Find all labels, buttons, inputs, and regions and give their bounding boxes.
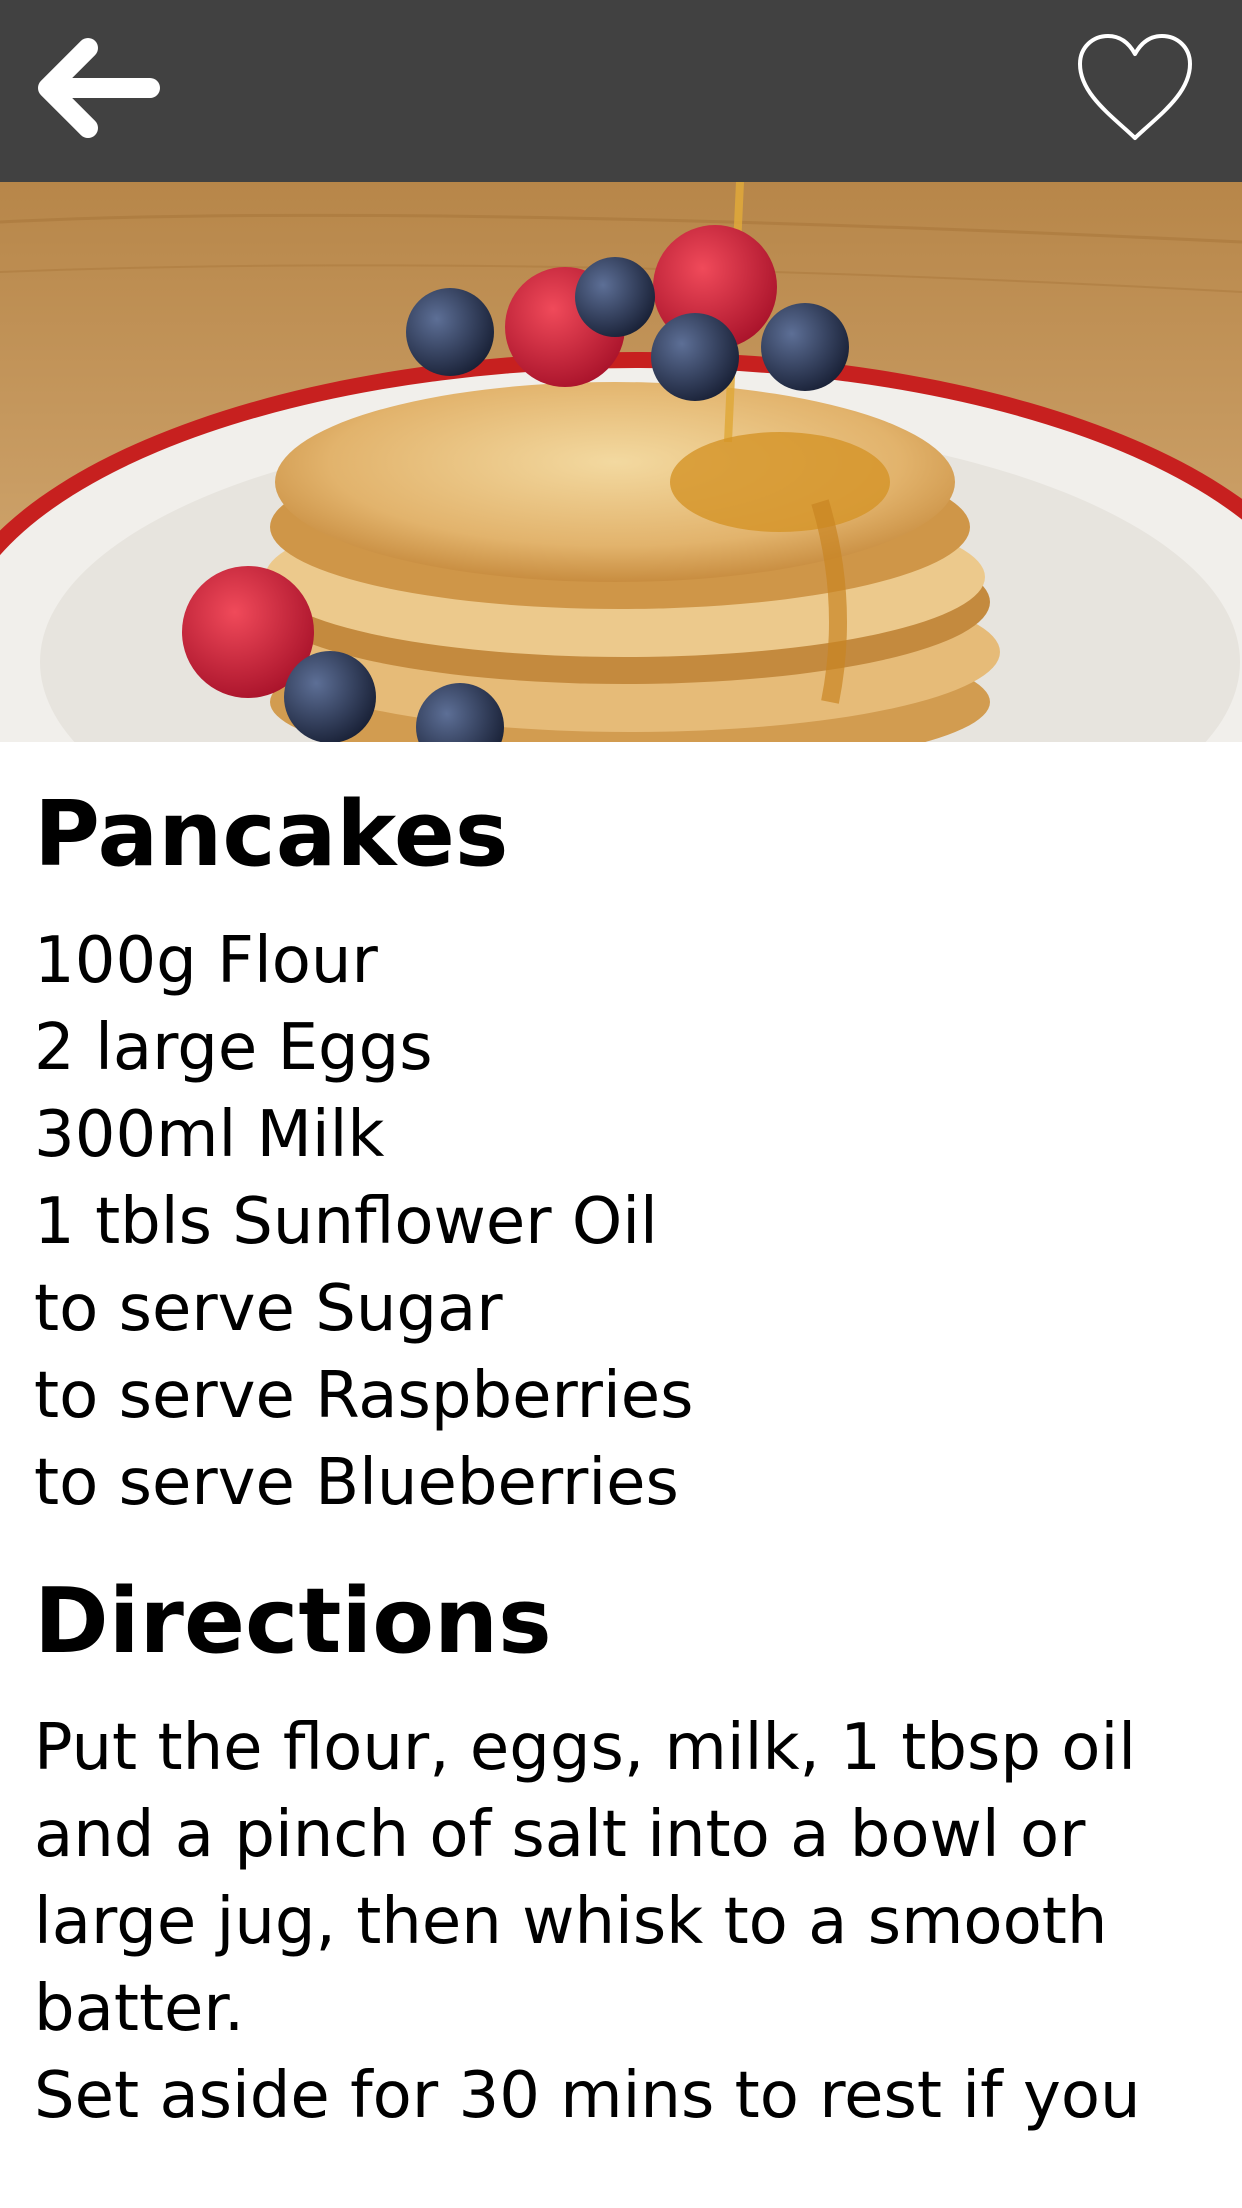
directions-heading: Directions	[34, 1569, 552, 1674]
ingredients-list: 100g Flour 2 large Eggs 300ml Milk 1 tbl…	[34, 918, 1214, 1527]
back-button[interactable]	[30, 36, 162, 140]
favorite-button[interactable]	[1072, 30, 1198, 146]
ingredient-item: 300ml Milk	[34, 1098, 385, 1172]
ingredient-item: 100g Flour	[34, 924, 378, 998]
heart-outline-icon	[1078, 34, 1192, 140]
direction-step: Put the flour, eggs, milk, 1 tbsp oil an…	[34, 1711, 1136, 2046]
recipe-detail-screen: Pancakes 100g Flour 2 large Eggs 300ml M…	[0, 0, 1242, 2208]
ingredient-item: 1 tbls Sunflower Oil	[34, 1185, 658, 1259]
top-app-bar	[0, 0, 1242, 182]
ingredient-item: to serve Raspberries	[34, 1359, 694, 1433]
ingredient-item: 2 large Eggs	[34, 1011, 433, 1085]
ingredient-item: to serve Sugar	[34, 1272, 503, 1346]
directions-text: Put the flour, eggs, milk, 1 tbsp oil an…	[34, 1705, 1214, 2140]
back-arrow-icon	[38, 38, 160, 138]
recipe-content: Pancakes 100g Flour 2 large Eggs 300ml M…	[34, 770, 1214, 2140]
recipe-title: Pancakes	[34, 782, 509, 887]
direction-step: Set aside for 30 mins to rest if you	[34, 2059, 1141, 2133]
recipe-hero-image	[0, 182, 1242, 742]
ingredient-item: to serve Blueberries	[34, 1446, 679, 1520]
